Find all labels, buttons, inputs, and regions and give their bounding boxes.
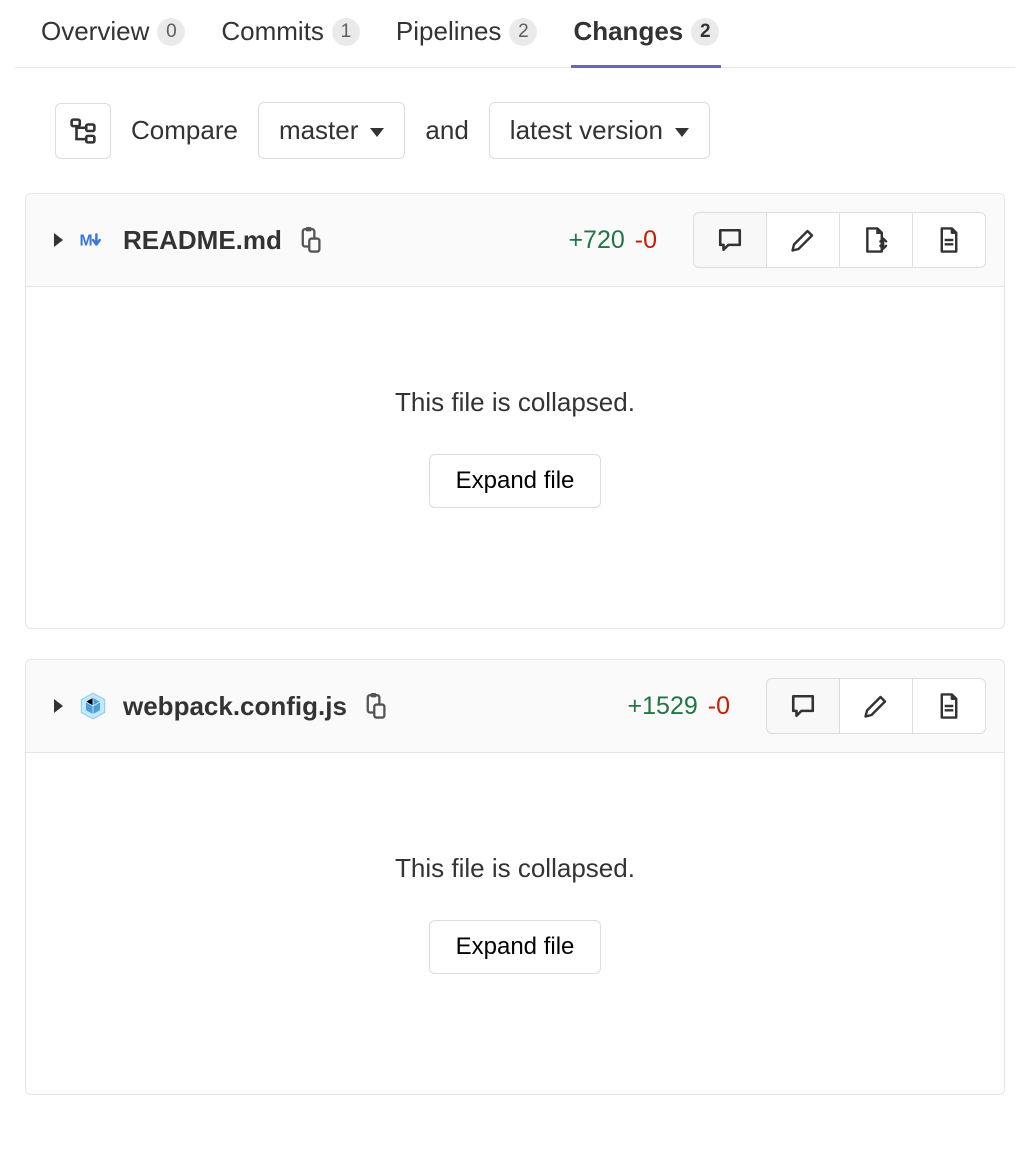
markdown-icon: M [79, 226, 107, 254]
tab-label: Overview [41, 16, 149, 47]
pencil-icon [864, 694, 888, 718]
copy-path-button[interactable] [298, 227, 322, 253]
edit-button[interactable] [766, 212, 840, 268]
expand-chevron-icon[interactable] [54, 233, 63, 247]
compare-target-dropdown[interactable]: latest version [489, 102, 710, 159]
file-icon [937, 693, 961, 719]
compare-base-value: master [279, 115, 358, 146]
tab-label: Commits [221, 16, 324, 47]
compare-file-button[interactable] [839, 212, 913, 268]
file-panel: webpack.config.js +1529 -0 [25, 659, 1005, 1095]
file-tree-icon [70, 118, 96, 144]
pencil-icon [791, 228, 815, 252]
compare-and: and [425, 115, 468, 146]
file-header: M README.md +720 -0 [26, 194, 1004, 287]
file-body: This file is collapsed. Expand file [26, 287, 1004, 628]
tab-overview[interactable]: Overview 0 [39, 16, 187, 67]
comment-button[interactable] [693, 212, 767, 268]
tabs: Overview 0 Commits 1 Pipelines 2 Changes… [15, 0, 1015, 68]
deletions: -0 [635, 226, 657, 255]
tab-pipelines[interactable]: Pipelines 2 [394, 16, 540, 67]
chevron-down-icon [675, 128, 689, 137]
additions: +1529 [628, 692, 698, 721]
collapsed-message: This file is collapsed. [395, 853, 635, 884]
additions: +720 [568, 226, 624, 255]
copy-path-button[interactable] [363, 693, 387, 719]
tab-badge: 2 [509, 18, 537, 46]
file-tree-toggle[interactable] [55, 103, 111, 159]
webpack-icon [79, 692, 107, 720]
comment-icon [717, 227, 743, 253]
tab-label: Changes [573, 16, 683, 47]
compare-file-icon [863, 227, 889, 253]
compare-label: Compare [131, 115, 238, 146]
tab-changes[interactable]: Changes 2 [571, 16, 721, 67]
expand-file-button[interactable]: Expand file [429, 454, 602, 508]
file-icon [937, 227, 961, 253]
view-file-button[interactable] [912, 678, 986, 734]
file-body: This file is collapsed. Expand file [26, 753, 1004, 1094]
file-actions [693, 212, 986, 268]
tab-label: Pipelines [396, 16, 502, 47]
diff-stats: +1529 -0 [628, 692, 730, 721]
expand-file-button[interactable]: Expand file [429, 920, 602, 974]
compare-target-value: latest version [510, 115, 663, 146]
comment-button[interactable] [766, 678, 840, 734]
compare-bar: Compare master and latest version [15, 68, 1015, 193]
file-panel: M README.md +720 -0 [25, 193, 1005, 629]
view-file-button[interactable] [912, 212, 986, 268]
file-name: README.md [123, 225, 282, 256]
compare-base-dropdown[interactable]: master [258, 102, 405, 159]
comment-icon [790, 693, 816, 719]
tab-badge: 0 [157, 18, 185, 46]
file-actions [766, 678, 986, 734]
tab-badge: 1 [332, 18, 360, 46]
deletions: -0 [708, 692, 730, 721]
diff-stats: +720 -0 [568, 226, 657, 255]
expand-chevron-icon[interactable] [54, 699, 63, 713]
tab-badge: 2 [691, 18, 719, 46]
file-name: webpack.config.js [123, 691, 347, 722]
edit-button[interactable] [839, 678, 913, 734]
svg-text:M: M [80, 233, 93, 249]
file-header: webpack.config.js +1529 -0 [26, 660, 1004, 753]
chevron-down-icon [370, 128, 384, 137]
collapsed-message: This file is collapsed. [395, 387, 635, 418]
tab-commits[interactable]: Commits 1 [219, 16, 362, 67]
